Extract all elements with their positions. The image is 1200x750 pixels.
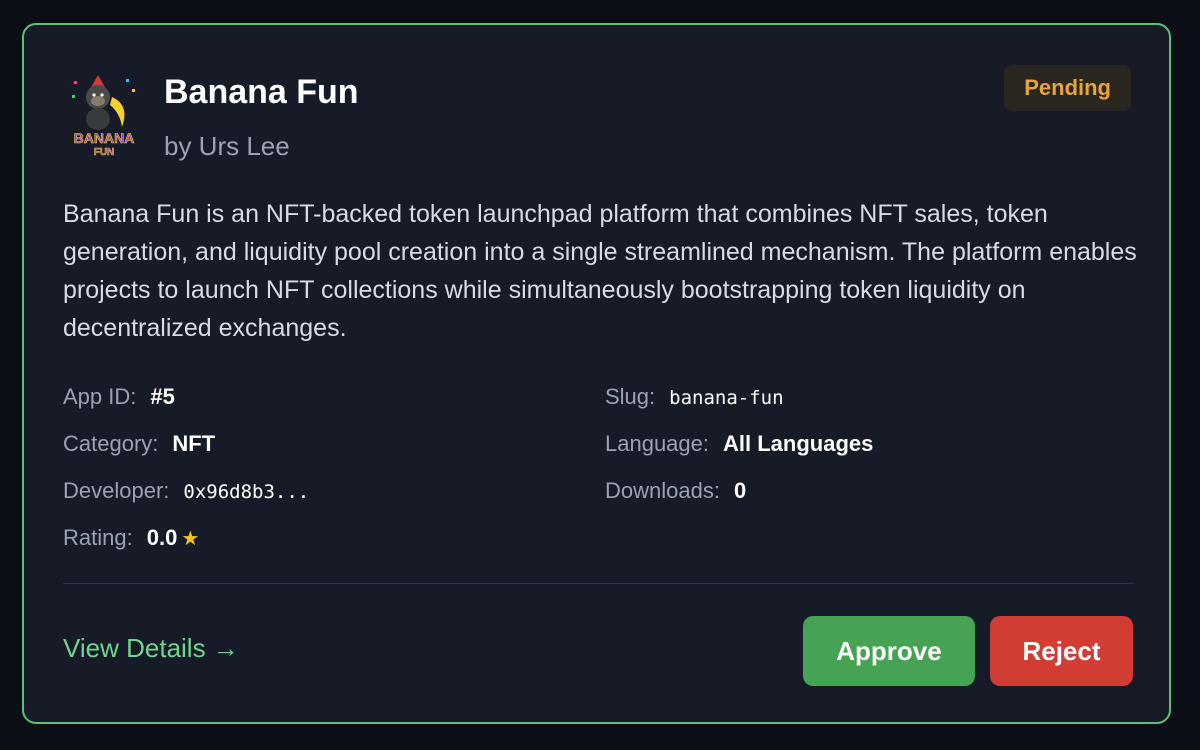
- category-value: NFT: [172, 431, 216, 456]
- language-value: All Languages: [723, 431, 874, 456]
- developer-value: 0x96d8b3...: [183, 481, 310, 503]
- app-logo: BANANA FUN: [72, 75, 135, 157]
- language-label: Language:: [605, 431, 709, 456]
- field-developer: Developer: 0x96d8b3...: [63, 476, 309, 506]
- field-category: Category: NFT: [63, 429, 215, 459]
- downloads-value: 0: [733, 478, 747, 503]
- rating-label: Rating:: [63, 525, 133, 550]
- rating-value: 0.0: [146, 525, 178, 550]
- svg-text:FUN: FUN: [94, 147, 115, 157]
- downloads-label: Downloads:: [605, 478, 720, 503]
- view-details-link[interactable]: View Details →: [63, 633, 239, 664]
- slug-value: banana-fun: [669, 387, 784, 409]
- field-app-id: App ID: #5: [63, 382, 175, 412]
- developer-label: Developer:: [63, 478, 170, 503]
- svg-text:BANANA: BANANA: [74, 130, 135, 146]
- category-label: Category:: [63, 431, 159, 456]
- star-icon: ★: [181, 528, 200, 550]
- app-author: by Urs Lee: [164, 131, 290, 161]
- divider: [63, 583, 1133, 584]
- app-review-card: BANANA FUN Banana Fun by Urs Lee Pending…: [22, 23, 1171, 724]
- reject-button[interactable]: Reject: [990, 616, 1133, 686]
- slug-label: Slug:: [605, 384, 656, 409]
- app-title: Banana Fun: [164, 73, 359, 111]
- field-slug: Slug: banana-fun: [605, 382, 784, 412]
- field-language: Language: All Languages: [605, 429, 873, 459]
- app-id-value: #5: [150, 384, 175, 409]
- field-rating: Rating: 0.0 ★: [63, 523, 199, 553]
- status-badge: Pending: [1004, 65, 1131, 111]
- app-id-label: App ID:: [63, 384, 137, 409]
- approve-button[interactable]: Approve: [803, 616, 975, 686]
- field-downloads: Downloads: 0: [605, 476, 746, 506]
- app-description: Banana Fun is an NFT-backed token launch…: [63, 200, 1137, 342]
